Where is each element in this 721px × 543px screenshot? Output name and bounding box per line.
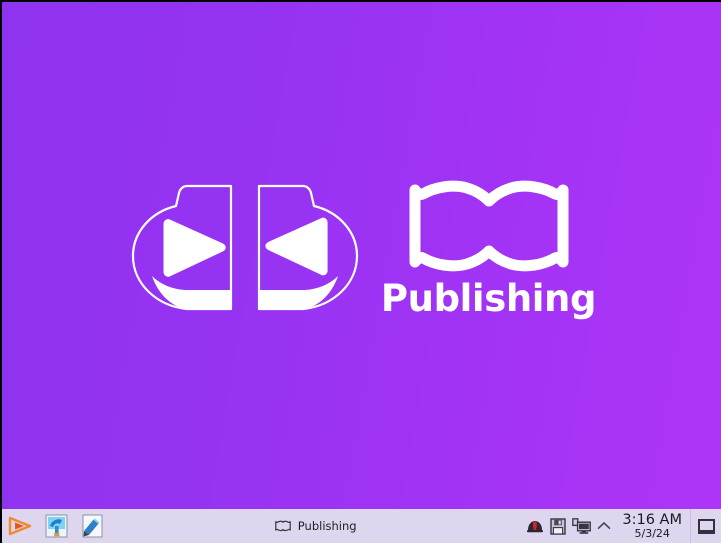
text-editor-icon[interactable]	[78, 512, 106, 540]
quick-launch-area	[2, 509, 106, 543]
system-tray	[525, 509, 616, 543]
task-button-area: Publishing	[106, 509, 525, 543]
show-desktop-icon	[697, 518, 715, 534]
save-disk-icon[interactable]	[548, 513, 568, 539]
task-button-label: Publishing	[297, 519, 357, 533]
bookend-arrows-logo-icon	[131, 184, 359, 310]
publishing-wordmark-group: Publishing	[381, 178, 596, 317]
network-monitor-glyph	[572, 517, 591, 534]
clock-time: 3:16 AM	[622, 511, 682, 528]
media-player-icon[interactable]	[6, 512, 34, 540]
media-player-glyph	[8, 516, 32, 536]
clock-date: 5/3/24	[634, 526, 670, 540]
publishing-label: Publishing	[380, 277, 597, 320]
open-book-icon	[274, 520, 291, 532]
paint-program-icon[interactable]	[42, 512, 70, 540]
task-button-publishing[interactable]: Publishing	[266, 516, 366, 536]
security-alert-icon[interactable]	[525, 513, 545, 539]
paint-program-glyph	[45, 514, 67, 538]
chevron-up-icon[interactable]	[594, 513, 614, 539]
desktop-logo: Publishing	[2, 2, 721, 509]
floppy-disk-glyph	[550, 517, 567, 535]
show-desktop-button[interactable]	[690, 509, 721, 543]
security-alert-glyph	[527, 521, 544, 533]
desktop-wallpaper[interactable]: Publishing	[2, 2, 721, 509]
text-editor-glyph	[82, 514, 102, 538]
screen: Publishing Publishing 3:16 AM 5/3/24	[0, 0, 721, 543]
network-monitor-icon[interactable]	[571, 513, 591, 539]
taskbar[interactable]: Publishing 3:16 AM 5/3/24	[2, 509, 721, 543]
open-book-icon	[409, 180, 568, 272]
chevron-up-glyph	[598, 522, 611, 529]
clock[interactable]: 3:16 AM 5/3/24	[616, 511, 690, 540]
